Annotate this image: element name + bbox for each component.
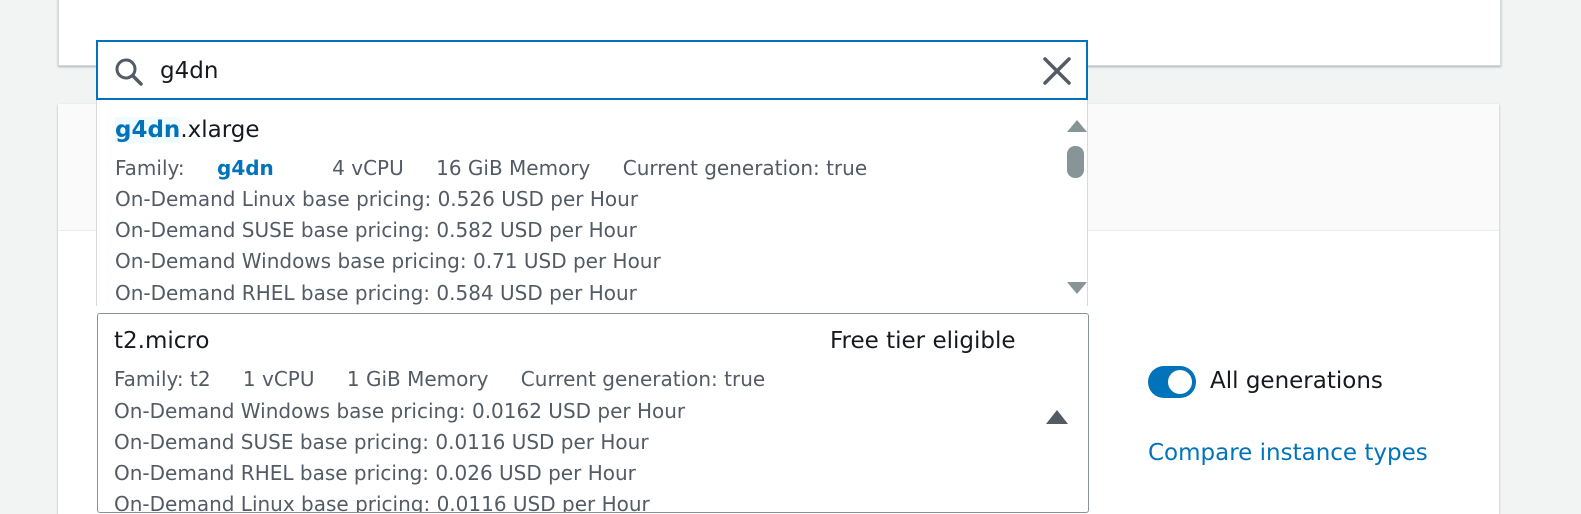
option-title: g4dn.xlarge [115, 117, 260, 143]
option-family-value: g4dn [217, 156, 274, 180]
triangle-down-icon[interactable] [1067, 282, 1087, 294]
selected-pricing-line: On-Demand Windows base pricing: 0.0162 U… [114, 399, 686, 423]
instance-type-search[interactable] [96, 40, 1088, 100]
triangle-up-icon[interactable] [1067, 120, 1087, 132]
compare-instance-types-link[interactable]: Compare instance types [1148, 440, 1428, 466]
selected-instance-type[interactable]: t2.micro Free tier eligible Family: t2 1… [97, 313, 1089, 513]
all-generations-label: All generations [1210, 368, 1383, 394]
option-meta: Family: g4dn 4 vCPU 16 GiB Memory Curren… [115, 156, 893, 180]
selected-memory: 1 GiB Memory [346, 367, 489, 391]
free-tier-badge: Free tier eligible [830, 328, 1016, 354]
caret-up-icon[interactable] [1046, 410, 1068, 424]
option-family-label: Family: [115, 156, 185, 180]
toggle-knob [1168, 370, 1192, 394]
option-family: Family: g4dn [115, 156, 300, 180]
selected-pricing-line: On-Demand Linux base pricing: 0.0116 USD… [114, 492, 650, 513]
scrollbar-thumb[interactable] [1067, 146, 1084, 178]
option-pricing-line: On-Demand Linux base pricing: 0.526 USD … [115, 187, 639, 211]
selected-family: Family: t2 [114, 367, 211, 391]
option-pricing-line: On-Demand RHEL base pricing: 0.584 USD p… [115, 281, 637, 305]
selected-generation: Current generation: true [520, 367, 766, 391]
search-results-dropdown: g4dn.xlarge Family: g4dn 4 vCPU 16 GiB M… [96, 100, 1088, 306]
search-icon [115, 58, 143, 86]
selected-vcpu: 1 vCPU [242, 367, 315, 391]
option-vcpu: 4 vCPU [332, 156, 404, 180]
all-generations-toggle[interactable] [1148, 366, 1196, 398]
selected-pricing-line: On-Demand RHEL base pricing: 0.026 USD p… [114, 461, 636, 485]
search-input[interactable] [160, 52, 1020, 90]
option-pricing-line: On-Demand Windows base pricing: 0.71 USD… [115, 249, 661, 273]
option-title-highlight: g4dn [115, 117, 181, 143]
option-memory: 16 GiB Memory [436, 156, 591, 180]
option-generation: Current generation: true [622, 156, 868, 180]
selected-meta: Family: t2 1 vCPU 1 GiB Memory Current g… [114, 367, 791, 391]
option-title-rest: .xlarge [180, 117, 260, 143]
option-pricing-line: On-Demand SUSE base pricing: 0.582 USD p… [115, 218, 637, 242]
selected-title: t2.micro [114, 328, 210, 354]
selected-pricing-line: On-Demand SUSE base pricing: 0.0116 USD … [114, 430, 649, 454]
close-icon[interactable] [1042, 56, 1072, 86]
